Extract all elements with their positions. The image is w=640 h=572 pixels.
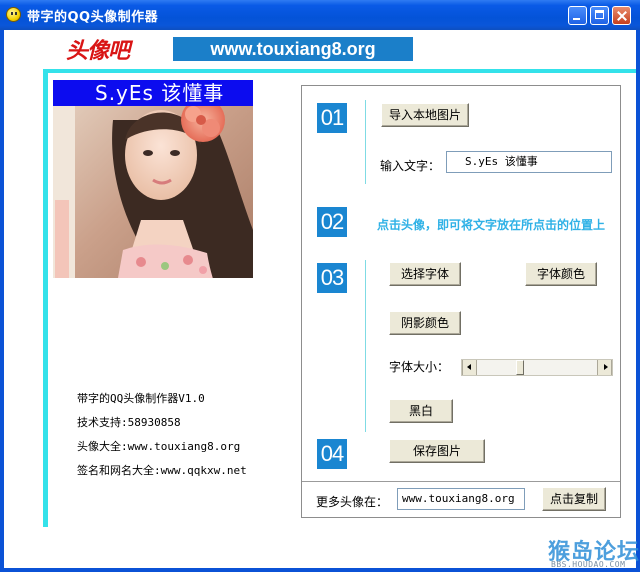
step-divider-1 xyxy=(365,100,366,184)
slider-right-arrow-icon[interactable] xyxy=(597,360,612,375)
url-banner: www.touxiang8.org xyxy=(173,37,413,61)
panel-separator xyxy=(302,481,620,482)
text-input-label: 输入文字： xyxy=(380,159,441,173)
step-number-04: 04 xyxy=(317,439,347,469)
maximize-button[interactable] xyxy=(590,6,609,25)
window-title: 带字的QQ头像制作器 xyxy=(27,10,159,25)
window-frame-bottom xyxy=(0,568,640,572)
avatar-preview[interactable]: S.yEs 该懂事 xyxy=(53,80,253,278)
window-frame-left xyxy=(0,30,4,572)
minimize-button[interactable] xyxy=(568,6,587,25)
info-support: 技术支持:58930858 xyxy=(77,416,181,429)
slider-left-arrow-icon[interactable] xyxy=(462,360,477,375)
step-number-03: 03 xyxy=(317,263,347,293)
info-avatar-site: 头像大全:www.touxiang8.org xyxy=(77,440,241,453)
slider-thumb[interactable] xyxy=(516,360,525,375)
title-bar[interactable]: 带字的QQ头像制作器 xyxy=(0,0,640,30)
avatar-photo xyxy=(53,80,253,278)
font-size-label: 字体大小： xyxy=(389,360,450,374)
more-avatars-label: 更多头像在： xyxy=(316,495,389,509)
step-number-01: 01 xyxy=(317,103,347,133)
app-window: 带字的QQ头像制作器 头像吧 www.touxiang8.org S.yEs 该… xyxy=(0,0,640,572)
close-button[interactable] xyxy=(612,6,631,25)
copy-url-button[interactable]: 点击复制 xyxy=(542,487,606,511)
forum-watermark-url: BBS.HOUDAO.COM xyxy=(551,560,626,569)
step-divider-3 xyxy=(365,260,366,432)
more-avatars-url-field[interactable]: www.touxiang8.org xyxy=(397,488,525,510)
font-size-slider[interactable] xyxy=(461,359,613,376)
shadow-color-button[interactable]: 阴影颜色 xyxy=(389,311,461,335)
site-logo: 头像吧 xyxy=(66,38,130,64)
avatar-text-field[interactable]: S.yEs 该懂事 xyxy=(446,151,612,173)
accent-line-vertical xyxy=(43,69,48,527)
smiley-app-icon xyxy=(6,7,21,22)
info-app-version: 带字的QQ头像制作器V1.0 xyxy=(77,392,205,405)
avatar-text-overlay: S.yEs 该懂事 xyxy=(53,80,253,106)
save-image-button[interactable]: 保存图片 xyxy=(389,439,485,463)
select-font-button[interactable]: 选择字体 xyxy=(389,262,461,286)
accent-line-horizontal xyxy=(43,69,636,73)
info-signature-site: 签名和网名大全:www.qqkxw.net xyxy=(77,464,247,477)
click-avatar-hint: 点击头像，即可将文字放在所点击的位置上 xyxy=(377,218,606,232)
font-color-button[interactable]: 字体颜色 xyxy=(525,262,597,286)
black-white-button[interactable]: 黑白 xyxy=(389,399,453,423)
step-number-02: 02 xyxy=(317,207,347,237)
import-image-button[interactable]: 导入本地图片 xyxy=(381,103,469,127)
window-frame-right xyxy=(636,30,640,572)
